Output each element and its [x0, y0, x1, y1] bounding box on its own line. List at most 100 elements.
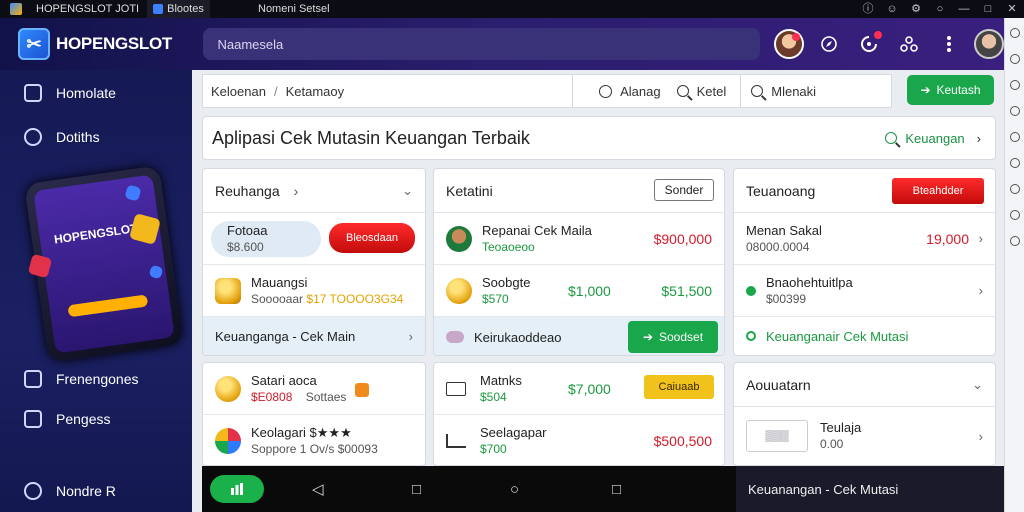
tool-ketel[interactable]: Ketel [676, 84, 726, 99]
page-title: Aplipasi Cek Mutasin Keuangan Terbaik [212, 127, 530, 148]
chevron-right-icon: › [978, 428, 983, 444]
strip-icon[interactable] [1009, 132, 1020, 142]
list-item[interactable]: Satari aoca $E0808 Sottaes [203, 363, 425, 415]
brand[interactable]: ✂ HOPENGSLOT [18, 28, 203, 60]
phone-title: HOPENGSLOT [53, 221, 139, 247]
panel-left: Reuhanga › ⌄ Fotoaa $8.600 Bleosdaan Mau… [202, 168, 426, 356]
more-icon[interactable] [934, 29, 964, 59]
phone-bar [67, 294, 149, 318]
chevron-right-icon: › [978, 283, 983, 298]
back-icon[interactable]: ◁ [312, 480, 324, 498]
brand-logo-icon: ✂ [18, 28, 50, 60]
tool-alanag[interactable]: Alanag [599, 84, 661, 99]
panel-left-2: Satari aoca $E0808 Sottaes Keolagari $★★… [202, 362, 426, 466]
chevron-right-icon: › [976, 130, 981, 146]
keutash-button[interactable]: ➔ Keutash [907, 75, 994, 105]
chart-icon [24, 370, 42, 388]
panel-header[interactable]: Reuhanga › ⌄ [203, 169, 425, 213]
strip-icon[interactable] [1009, 80, 1020, 90]
puzzle-icon [215, 428, 241, 454]
list-item[interactable]: Keuanganair Cek Mutasi [734, 317, 995, 355]
list-item[interactable]: Seelagapar $700 $500,500 [434, 415, 724, 465]
list-item[interactable]: Repanai Cek Maila Teoaoeoo $900,000 [434, 213, 724, 265]
chevron-right-icon: › [293, 182, 299, 199]
list-item[interactable]: ▒▒▒ Teulaja 0.00 › [734, 407, 995, 465]
card-icon [446, 381, 466, 396]
minimize-icon[interactable]: — [952, 0, 976, 18]
close-icon[interactable]: ✕ [1000, 0, 1024, 18]
toolbar: Keloenan / Ketamaoy Alanag Ketel Mlenaki [202, 74, 892, 108]
window-controls: ⓘ ☺ ⚙ ○ — □ ✕ [856, 0, 1024, 18]
avatar[interactable] [974, 29, 1004, 59]
app-logo-icon [10, 3, 22, 15]
breadcrumb-item[interactable]: Ketamaoy [286, 84, 345, 99]
window-title: Nomeni Setsel [258, 3, 330, 15]
second-tab[interactable]: Blootes [147, 0, 210, 18]
banner-link[interactable]: Keuangan › [885, 131, 981, 146]
emoji-icon[interactable]: ☺ [880, 0, 904, 18]
strip-icon[interactable] [1009, 210, 1020, 220]
thumbnail: ▒▒▒ [746, 420, 808, 452]
sonder-button[interactable]: Sonder [654, 179, 714, 201]
toggle-icon [446, 331, 464, 343]
app-tab[interactable]: HOPENGSLOT JOTI [28, 3, 147, 15]
sidebar-item-details[interactable]: Dotiths [24, 128, 100, 146]
panel-middle: Ketatini Sonder Repanai Cek Maila Teoaoe… [433, 168, 725, 356]
list-item[interactable]: Menan Sakal 08000.0004 19,000 › [734, 213, 995, 265]
strip-icon[interactable] [1009, 54, 1020, 64]
money-icon [215, 277, 241, 304]
chart-icon [231, 483, 243, 495]
list-item[interactable]: Fotoaa $8.600 Bleosdaan [203, 213, 425, 265]
brand-name: HOPENGSLOT [56, 34, 173, 53]
breadcrumb-item[interactable]: Keloenan [211, 84, 266, 99]
home-circle-icon[interactable]: ○ [510, 481, 519, 498]
strip-icon[interactable] [1009, 236, 1020, 246]
strip-icon[interactable] [1009, 158, 1020, 168]
strip-icon[interactable] [1009, 184, 1020, 194]
list-item[interactable]: Keuanganga - Cek Main › [203, 317, 425, 355]
leaf-icon [24, 128, 42, 146]
strip-icon[interactable] [1009, 28, 1020, 38]
search-input[interactable]: Naamesela [203, 28, 760, 60]
list-item[interactable]: Mauangsi Sooooaar $17 TOOOO3G34 [203, 265, 425, 317]
home-square-icon[interactable]: □ [412, 481, 421, 498]
maximize-icon[interactable]: □ [976, 0, 1000, 18]
users-icon[interactable] [894, 29, 924, 59]
tab-icon [153, 4, 164, 14]
panel-header[interactable]: Aouuatarn ⌄ [734, 363, 995, 407]
list-item[interactable]: Keolagari $★★★ Soppore 1 Ov/s $00093 [203, 415, 425, 465]
window-title-bar: HOPENGSLOT JOTI Blootes Nomeni Setsel ⓘ … [0, 0, 1024, 18]
status-badge[interactable]: Caiuaab [644, 375, 714, 399]
bleosdaan-button[interactable]: Bleosdaan [329, 223, 415, 253]
sidebar-item-settings[interactable]: Nondre R [24, 482, 116, 500]
panel-right: Teuanoang Bteahdder Menan Sakal 08000.00… [733, 168, 996, 356]
panel-header: Ketatini Sonder [434, 169, 724, 213]
list-item[interactable]: Bnaohehtuitlpa $00399 › [734, 265, 995, 317]
list-item[interactable]: Soobgte $570 $1,000 $51,500 [434, 265, 724, 317]
printer-icon [446, 434, 466, 448]
avatar[interactable] [774, 29, 804, 59]
clock-icon [599, 84, 613, 98]
gear-icon[interactable]: ⚙ [904, 0, 928, 18]
phone-illustration: HOPENGSLOT [24, 165, 184, 363]
list-item[interactable]: Matnks $504 $7,000 Caiuaab [434, 363, 724, 415]
soodset-button[interactable]: ➔ Soodset [628, 321, 718, 353]
bteahdder-button[interactable]: Bteahdder [892, 178, 984, 204]
circle-icon [746, 331, 756, 341]
strip-icon[interactable] [1009, 106, 1020, 116]
grid-icon [24, 410, 42, 428]
recents-icon[interactable]: □ [612, 481, 621, 498]
sidebar: Homolate Dotiths HOPENGSLOT Frenengones … [0, 70, 192, 512]
sidebar-item-home[interactable]: Homolate [24, 84, 116, 102]
compass-icon[interactable] [814, 29, 844, 59]
info-icon[interactable]: ⓘ [856, 0, 880, 18]
alert-icon[interactable] [854, 29, 884, 59]
app-shortcut-button[interactable] [210, 475, 264, 503]
panel-right-2: Aouuatarn ⌄ ▒▒▒ Teulaja 0.00 › [733, 362, 996, 466]
settings-icon [24, 482, 42, 500]
sidebar-item-finance[interactable]: Frenengones [24, 370, 139, 388]
circle-icon[interactable]: ○ [928, 0, 952, 18]
sidebar-item-pages[interactable]: Pengess [24, 410, 110, 428]
list-item[interactable]: Keirukaoddeao ➔ Soodset [434, 317, 724, 355]
toolbar-search[interactable]: Mlenaki [751, 84, 816, 99]
